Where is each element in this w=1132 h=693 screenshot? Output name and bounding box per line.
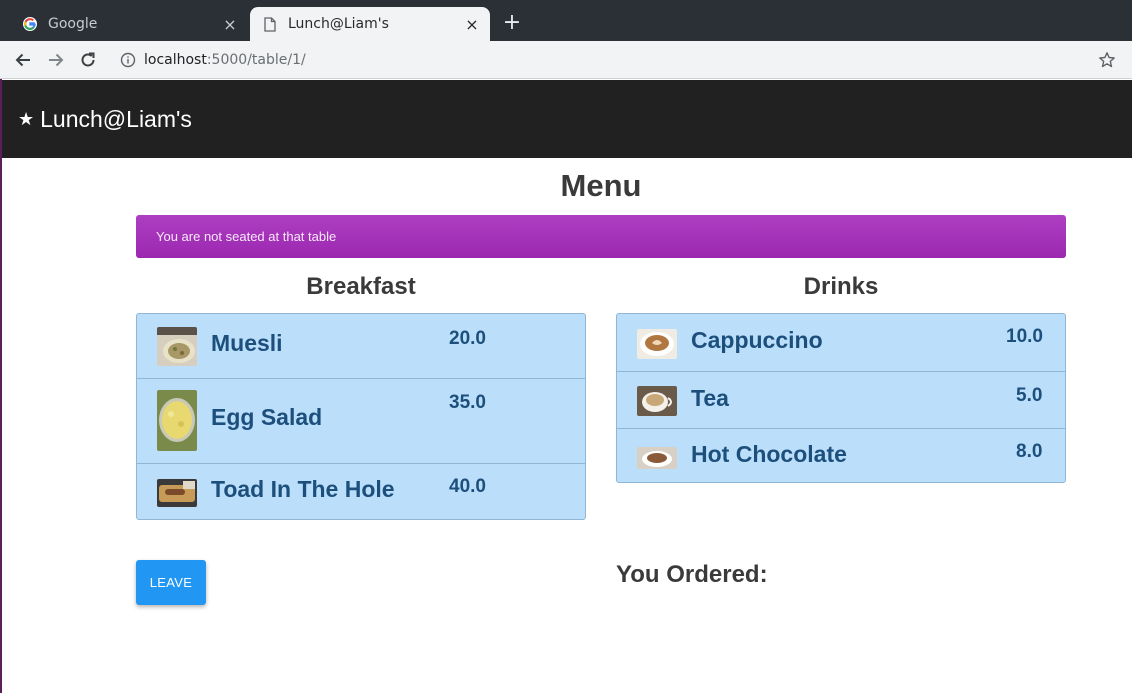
menu-item-tea[interactable]: Tea 5.0 <box>617 372 1065 429</box>
star-icon: ★ <box>18 108 35 129</box>
order-summary-title: You Ordered: <box>616 561 768 588</box>
item-name: Cappuccino <box>691 327 823 353</box>
menu-item-muesli[interactable]: Muesli 20.0 <box>137 314 585 379</box>
app-navbar: ★ Lunch@Liam's <box>2 80 1132 158</box>
toad-in-the-hole-image <box>157 479 197 507</box>
brand-link[interactable]: ★ Lunch@Liam's <box>18 106 192 133</box>
egg-salad-image <box>157 390 197 451</box>
item-name: Egg Salad <box>211 404 323 430</box>
item-price: 10.0 <box>1006 326 1043 347</box>
close-icon[interactable]: × <box>460 15 484 34</box>
url-host: localhost <box>144 52 207 68</box>
alert-banner: You are not seated at that table <box>136 215 1066 258</box>
alert-message: You are not seated at that table <box>156 229 337 244</box>
info-icon[interactable] <box>120 52 136 68</box>
leave-button[interactable]: LEAVE <box>136 560 206 605</box>
browser-toolbar: localhost:5000/table/1/ <box>0 41 1132 79</box>
menu-item-egg-salad[interactable]: Egg Salad 35.0 <box>137 379 585 464</box>
tab-lunch-liams[interactable]: Lunch@Liam's × <box>250 7 490 41</box>
breakfast-list: Muesli 20.0 Egg Salad 35.0 Toad In The H… <box>136 313 586 520</box>
cappuccino-image <box>637 329 677 359</box>
tab-title: Google <box>48 16 98 32</box>
menu-item-cappuccino[interactable]: Cappuccino 10.0 <box>617 314 1065 372</box>
url-path: :5000/table/1/ <box>206 52 306 68</box>
tab-title: Lunch@Liam's <box>288 16 389 32</box>
brand-title: Lunch@Liam's <box>40 105 192 132</box>
menu-item-hot-chocolate[interactable]: Hot Chocolate 8.0 <box>617 429 1065 482</box>
muesli-image <box>157 327 197 366</box>
bookmark-star-icon[interactable] <box>1098 51 1116 69</box>
close-icon[interactable]: × <box>218 15 242 34</box>
drinks-list: Cappuccino 10.0 Tea 5.0 Hot Chocolate 8.… <box>616 313 1066 483</box>
tea-image <box>637 386 677 416</box>
menu-item-toad-in-the-hole[interactable]: Toad In The Hole 40.0 <box>137 464 585 519</box>
browser-tab-bar: Google × Lunch@Liam's × + <box>0 0 1132 41</box>
google-icon <box>22 16 38 32</box>
item-price: 5.0 <box>1016 385 1043 406</box>
breakfast-title: Breakfast <box>306 273 416 300</box>
page-title: Menu <box>560 168 642 203</box>
drinks-title: Drinks <box>803 273 879 300</box>
window-edge <box>0 79 2 693</box>
item-name: Hot Chocolate <box>691 441 847 467</box>
tab-google[interactable]: Google × <box>10 7 248 41</box>
item-price: 40.0 <box>449 476 486 497</box>
address-bar[interactable]: localhost:5000/table/1/ <box>112 45 1122 75</box>
forward-icon[interactable] <box>43 47 69 73</box>
item-name: Muesli <box>211 330 283 356</box>
item-name: Tea <box>691 385 729 411</box>
page-icon <box>262 16 278 32</box>
back-icon[interactable] <box>10 47 36 73</box>
item-name: Toad In The Hole <box>211 476 395 502</box>
item-price: 35.0 <box>449 392 486 413</box>
item-price: 20.0 <box>449 328 486 349</box>
hot-chocolate-image <box>637 447 677 469</box>
item-price: 8.0 <box>1016 441 1043 462</box>
new-tab-button[interactable]: + <box>500 11 524 35</box>
reload-icon[interactable] <box>75 47 101 73</box>
